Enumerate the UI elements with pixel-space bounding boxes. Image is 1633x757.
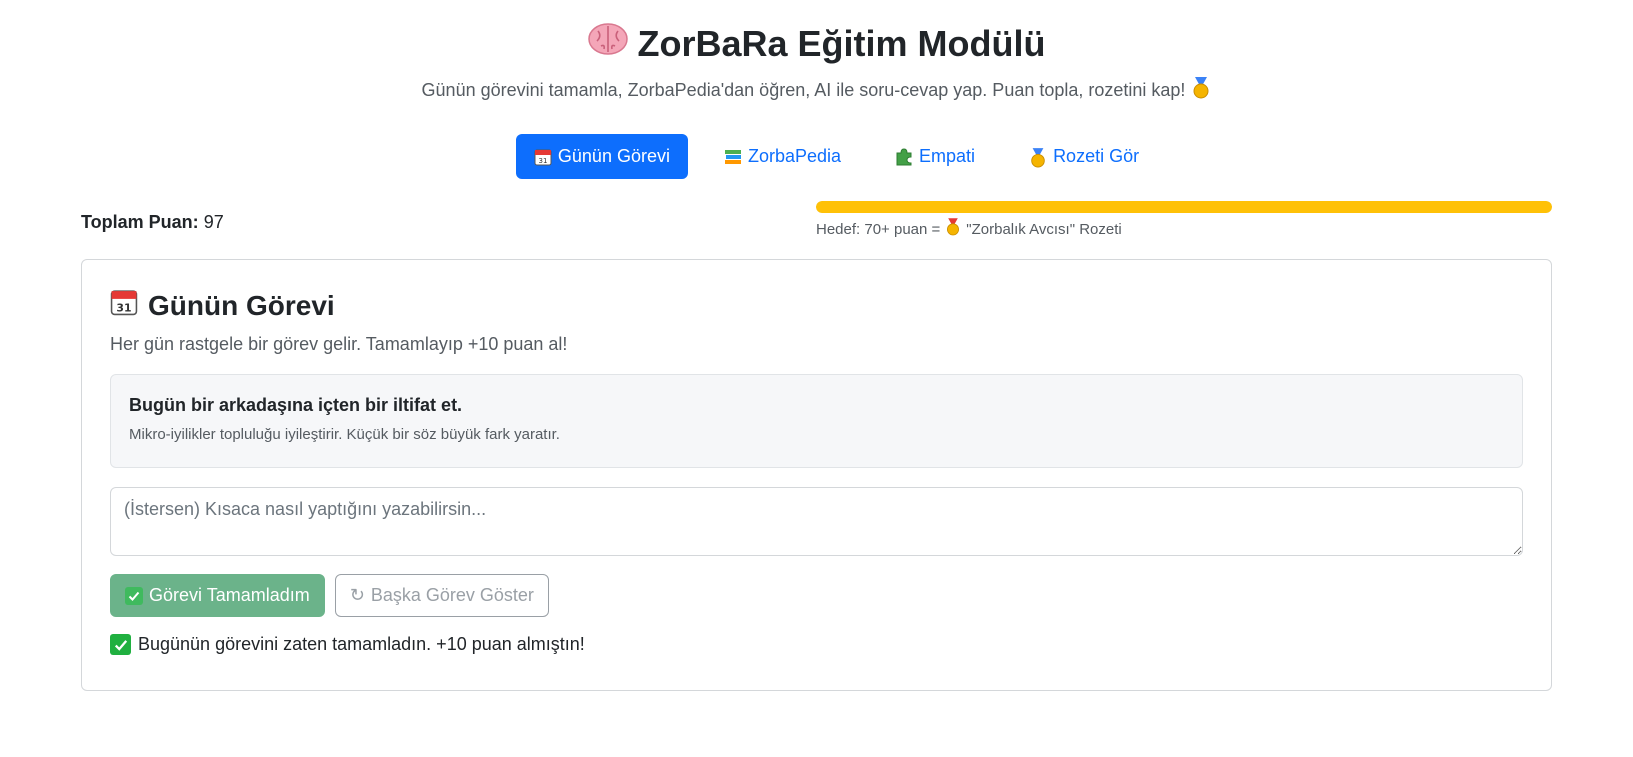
task-box: Bugün bir arkadaşına içten bir iltifat e… (110, 374, 1523, 468)
puzzle-icon (895, 147, 913, 166)
goal-prefix: Hedef: 70+ puan = (816, 220, 941, 238)
tab-label: Rozeti Gör (1053, 146, 1140, 166)
tab-zorbapedia[interactable]: ZorbaPedia (706, 134, 859, 179)
subtitle-text: Günün görevini tamamla, ZorbaPedia'dan ö… (421, 80, 1186, 100)
check-icon (125, 586, 143, 605)
tab-label: ZorbaPedia (747, 146, 842, 166)
tab-rozeti-gor[interactable]: Rozeti Gör (1011, 134, 1157, 179)
completion-status-text: Bugünün görevini zaten tamamladın. +10 p… (138, 634, 585, 654)
refresh-icon: ↻ (349, 585, 365, 605)
books-icon (724, 148, 742, 166)
tab-label: Günün Görevi (557, 146, 670, 166)
daily-task-card: 31 Günün Görevi Her gün rastgele bir gör… (81, 259, 1552, 691)
svg-text:31: 31 (538, 157, 547, 165)
card-title: 31 Günün Görevi (110, 287, 335, 324)
total-points-label: Toplam Puan: (81, 212, 199, 232)
tab-gunun-gorevi[interactable]: 31 Günün Görevi (515, 134, 688, 179)
check-icon (110, 634, 131, 655)
show-other-task-label: Başka Görev Göster (370, 585, 534, 605)
show-other-task-button[interactable]: ↻ Başka Görev Göster (334, 574, 549, 617)
brain-icon (587, 20, 628, 68)
page-header: ZorBaRa Eğitim Modülü Günün görevini tam… (0, 0, 1633, 104)
total-points: Toplam Puan: 97 (81, 212, 224, 233)
medal-icon (1029, 147, 1047, 167)
medal-icon (1191, 77, 1211, 104)
tab-label: Empati (919, 146, 976, 166)
app-title-text: ZorBaRa Eğitim Modülü (637, 23, 1046, 64)
subtitle: Günün görevini tamamla, ZorbaPedia'dan ö… (0, 77, 1633, 104)
tab-empati[interactable]: Empati (877, 134, 993, 179)
button-row: Görevi Tamamladım ↻ Başka Görev Göster (110, 574, 549, 617)
card-title-text: Günün Görevi (148, 289, 335, 321)
completion-status: Bugünün görevini zaten tamamladın. +10 p… (110, 634, 585, 655)
svg-text:31: 31 (116, 301, 131, 314)
task-title: Bugün bir arkadaşına içten bir iltifat e… (129, 395, 463, 415)
points-progress-bar (816, 201, 1552, 213)
total-points-value: 97 (203, 212, 224, 232)
calendar-icon: 31 (110, 287, 138, 324)
tab-bar: 31 Günün Görevi ZorbaPedia Empati Rozeti… (0, 134, 1633, 179)
note-input[interactable] (110, 487, 1523, 556)
calendar-icon: 31 (534, 148, 552, 166)
app-title: ZorBaRa Eğitim Modülü (0, 20, 1633, 68)
medal-icon (945, 218, 961, 240)
goal-badge: "Zorbalık Avcısı" Rozeti (966, 220, 1122, 238)
task-subtitle: Mikro-iyilikler topluluğu iyileştirir. K… (129, 426, 560, 443)
points-progress-fill (816, 201, 1552, 213)
complete-task-button[interactable]: Görevi Tamamladım (110, 574, 325, 617)
card-description: Her gün rastgele bir görev gelir. Tamaml… (110, 334, 568, 354)
complete-task-label: Görevi Tamamladım (149, 585, 310, 605)
goal-text: Hedef: 70+ puan = "Zorbalık Avcısı" Roze… (816, 218, 1122, 240)
points-section: Toplam Puan: 97 Hedef: 70+ puan = "Zorba… (81, 200, 1552, 240)
